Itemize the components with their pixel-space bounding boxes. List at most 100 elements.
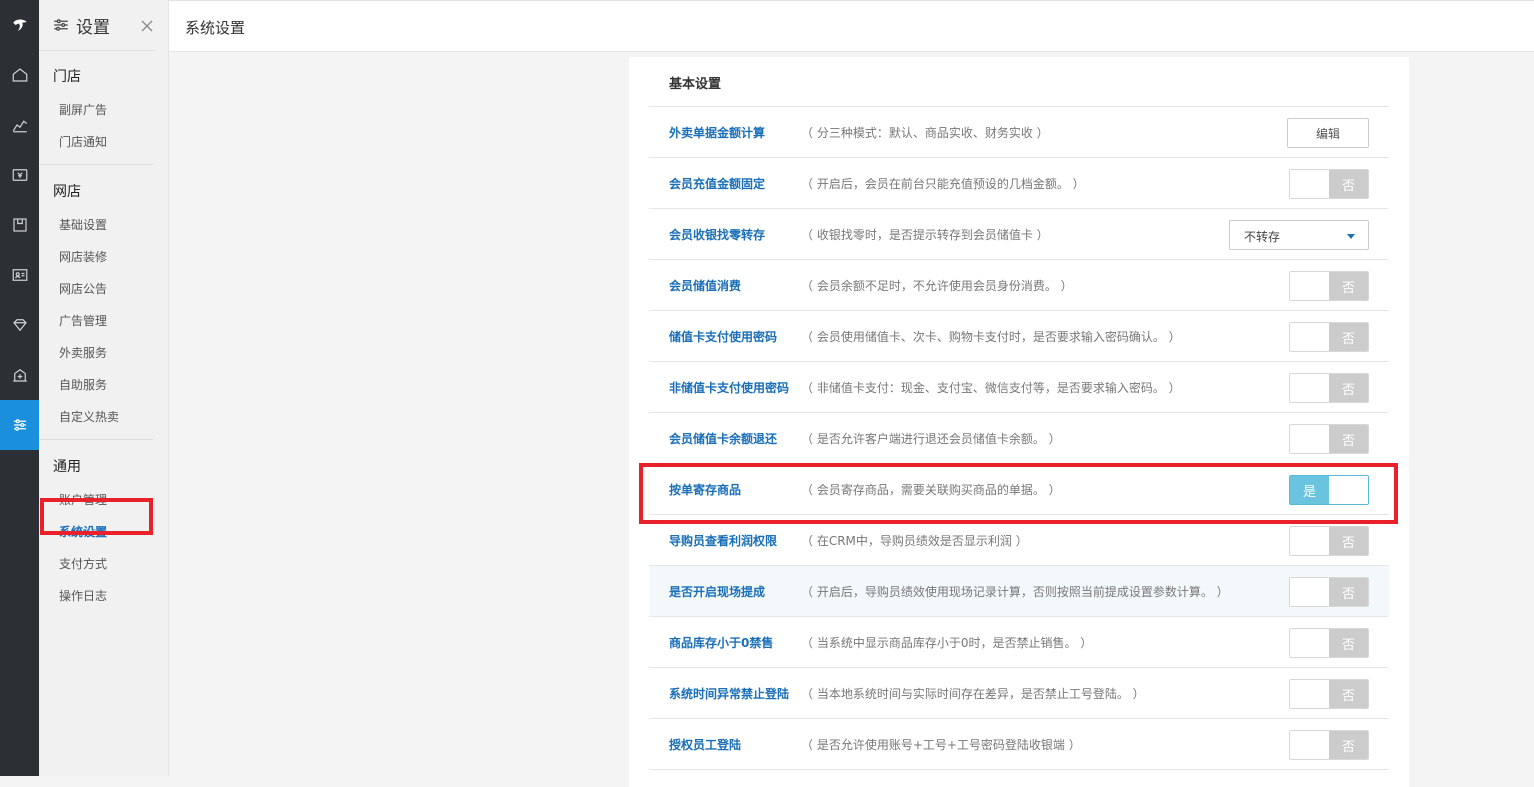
toggle-state: 否 xyxy=(1329,527,1368,555)
marketing-icon[interactable] xyxy=(0,350,39,400)
setting-label: 授权员工登陆 xyxy=(669,738,742,752)
group-title: 通用 xyxy=(53,459,81,475)
setting-label: 系统时间异常禁止登陆 xyxy=(669,687,790,701)
icon-rail xyxy=(0,0,39,776)
setting-label: 会员储值卡余额退还 xyxy=(669,432,778,446)
menu-item[interactable]: 外卖服务 xyxy=(39,337,153,369)
setting-desc: （ 在CRM中，导购员绩效是否显示利润 ） xyxy=(801,534,1028,548)
home-icon[interactable] xyxy=(0,50,39,100)
setting-label: 外卖单据金额计算 xyxy=(669,126,766,140)
setting-label: 是否开启现场提成 xyxy=(669,585,766,599)
group-title: 门店 xyxy=(53,69,81,85)
edit-button[interactable]: 编辑 xyxy=(1287,118,1369,148)
menu-group-general: 通用 账户管理 系统设置 支付方式 操作日志 xyxy=(39,440,153,618)
top-bar: 系统设置 xyxy=(169,0,1534,52)
toggle-switch[interactable]: 否 xyxy=(1289,424,1369,454)
setting-label: 储值卡支付使用密码 xyxy=(669,330,778,344)
setting-row: 会员储值卡余额退还 （ 是否允许客户端进行退还会员储值卡余额。 ） 否 xyxy=(649,413,1389,464)
setting-desc: （ 开启后，会员在前台只能充值预设的几档金额。 ） xyxy=(801,177,1085,191)
cashier-icon[interactable] xyxy=(0,150,39,200)
setting-row: 系统时间异常禁止登陆 （ 当本地系统时间与实际时间存在差异，是否禁止工号登陆。 … xyxy=(649,668,1389,719)
menu-group-online-store: 网店 基础设置 网店装修 网店公告 广告管理 外卖服务 自助服务 自定义热卖 xyxy=(39,165,153,440)
close-icon[interactable] xyxy=(139,18,155,34)
menu-item[interactable]: 自定义热卖 xyxy=(39,401,153,433)
setting-label: 会员储值消费 xyxy=(669,279,742,293)
setting-desc: （ 开启后，导购员绩效使用现场记录计算，否则按照当前提成设置参数计算。 ） xyxy=(801,585,1229,599)
setting-desc: （ 分三种模式：默认、商品实收、财务实收 ） xyxy=(801,126,1049,140)
setting-row: 会员储值消费 （ 会员余额不足时，不允许使用会员身份消费。 ） 否 xyxy=(649,260,1389,311)
toggle-switch-on[interactable]: 是 xyxy=(1289,475,1369,505)
menu-item[interactable]: 广告管理 xyxy=(39,305,153,337)
setting-label: 导购员查看利润权限 xyxy=(669,534,778,548)
setting-desc: （ 是否允许使用账号+工号+工号密码登陆收银端 ） xyxy=(801,738,1081,752)
menu-item[interactable]: 自助服务 xyxy=(39,369,153,401)
diamond-icon[interactable] xyxy=(0,300,39,350)
toggle-switch[interactable]: 否 xyxy=(1289,169,1369,199)
toggle-state: 否 xyxy=(1329,374,1368,402)
group-title: 网店 xyxy=(53,184,81,200)
menu-item[interactable]: 基础设置 xyxy=(39,209,153,241)
setting-row: 商品库存小于0禁售 （ 当系统中显示商品库存小于0时，是否禁止销售。 ） 否 xyxy=(649,617,1389,668)
setting-desc: （ 是否允许客户端进行退还会员储值卡余额。 ） xyxy=(801,432,1061,446)
setting-desc: （ 当本地系统时间与实际时间存在差异，是否禁止工号登陆。 ） xyxy=(801,687,1145,701)
setting-row: 外卖单据金额计算 （ 分三种模式：默认、商品实收、财务实收 ） 编辑 xyxy=(649,107,1389,158)
menu-item-system-settings[interactable]: 系统设置 xyxy=(39,516,153,548)
toggle-state: 否 xyxy=(1329,731,1368,759)
sliders-icon xyxy=(54,19,68,31)
toggle-state: 是 xyxy=(1290,476,1329,504)
setting-row: 授权员工登陆 （ 是否允许使用账号+工号+工号密码登陆收银端 ） 否 xyxy=(649,719,1389,770)
settings-icon[interactable] xyxy=(0,400,39,450)
menu-item[interactable]: 账户管理 xyxy=(39,484,153,516)
logo-icon[interactable] xyxy=(0,0,39,50)
menu-item[interactable]: 网店装修 xyxy=(39,241,153,273)
change-transfer-select[interactable]: 不转存 xyxy=(1229,220,1369,250)
setting-desc: （ 会员余额不足时，不允许使用会员身份消费。 ） xyxy=(801,279,1073,293)
toggle-switch[interactable]: 否 xyxy=(1289,373,1369,403)
chart-icon[interactable] xyxy=(0,100,39,150)
setting-row: 储值卡支付使用密码 （ 会员使用储值卡、次卡、购物卡支付时，是否要求输入密码确认… xyxy=(649,311,1389,362)
menu-item[interactable]: 副屏广告 xyxy=(39,94,153,126)
toggle-switch[interactable]: 否 xyxy=(1289,322,1369,352)
setting-label: 商品库存小于0禁售 xyxy=(669,636,774,650)
goods-icon[interactable] xyxy=(0,200,39,250)
menu-item[interactable]: 网店公告 xyxy=(39,273,153,305)
menu-title: 设置 xyxy=(76,17,110,38)
toggle-switch[interactable]: 否 xyxy=(1289,526,1369,556)
setting-row-consignment: 按单寄存商品 （ 会员寄存商品，需要关联购买商品的单据。 ） 是 xyxy=(649,464,1389,515)
toggle-switch[interactable]: 否 xyxy=(1289,679,1369,709)
toggle-switch[interactable]: 否 xyxy=(1289,271,1369,301)
settings-menu: 设置 门店 副屏广告 门店通知 网店 基础设置 网店装修 网店公告 广告管理 外… xyxy=(39,0,169,776)
setting-label: 会员充值金额固定 xyxy=(669,177,766,191)
setting-desc: （ 当系统中显示商品库存小于0时，是否禁止销售。 ） xyxy=(801,636,1093,650)
setting-desc: （ 会员使用储值卡、次卡、购物卡支付时，是否要求输入密码确认。 ） xyxy=(801,330,1181,344)
toggle-switch[interactable]: 否 xyxy=(1289,730,1369,760)
setting-row: 会员充值金额固定 （ 开启后，会员在前台只能充值预设的几档金额。 ） 否 xyxy=(649,158,1389,209)
toggle-switch[interactable]: 否 xyxy=(1289,628,1369,658)
setting-desc: （ 收银找零时，是否提示转存到会员储值卡 ） xyxy=(801,228,1049,242)
toggle-state: 否 xyxy=(1329,629,1368,657)
page-title: 系统设置 xyxy=(185,19,246,37)
toggle-state: 否 xyxy=(1329,170,1368,198)
toggle-switch[interactable]: 否 xyxy=(1289,577,1369,607)
setting-label: 会员收银找零转存 xyxy=(669,228,766,242)
setting-label: 非储值卡支付使用密码 xyxy=(669,381,790,395)
menu-group-store: 门店 副屏广告 门店通知 xyxy=(39,51,153,165)
chevron-down-icon xyxy=(1347,234,1355,239)
menu-header: 设置 xyxy=(39,0,156,51)
menu-item[interactable]: 操作日志 xyxy=(39,580,153,612)
menu-item[interactable]: 门店通知 xyxy=(39,126,153,158)
select-value: 不转存 xyxy=(1244,230,1281,244)
setting-row: 会员收银找零转存 （ 收银找零时，是否提示转存到会员储值卡 ） 不转存 xyxy=(649,209,1389,260)
toggle-state: 否 xyxy=(1329,323,1368,351)
setting-desc: （ 非储值卡支付：现金、支付宝、微信支付等，是否要求输入密码。 ） xyxy=(801,381,1181,395)
setting-row: 导购员查看利润权限 （ 在CRM中，导购员绩效是否显示利润 ） 否 xyxy=(649,515,1389,566)
toggle-state: 否 xyxy=(1329,272,1368,300)
toggle-state: 否 xyxy=(1329,680,1368,708)
menu-item[interactable]: 支付方式 xyxy=(39,548,153,580)
settings-card: 基本设置 外卖单据金额计算 （ 分三种模式：默认、商品实收、财务实收 ） 编辑 … xyxy=(629,57,1409,787)
member-card-icon[interactable] xyxy=(0,250,39,300)
setting-row: 是否开启现场提成 （ 开启后，导购员绩效使用现场记录计算，否则按照当前提成设置参… xyxy=(649,566,1389,617)
toggle-state: 否 xyxy=(1329,578,1368,606)
setting-row: 非储值卡支付使用密码 （ 非储值卡支付：现金、支付宝、微信支付等，是否要求输入密… xyxy=(649,362,1389,413)
toggle-state: 否 xyxy=(1329,425,1368,453)
